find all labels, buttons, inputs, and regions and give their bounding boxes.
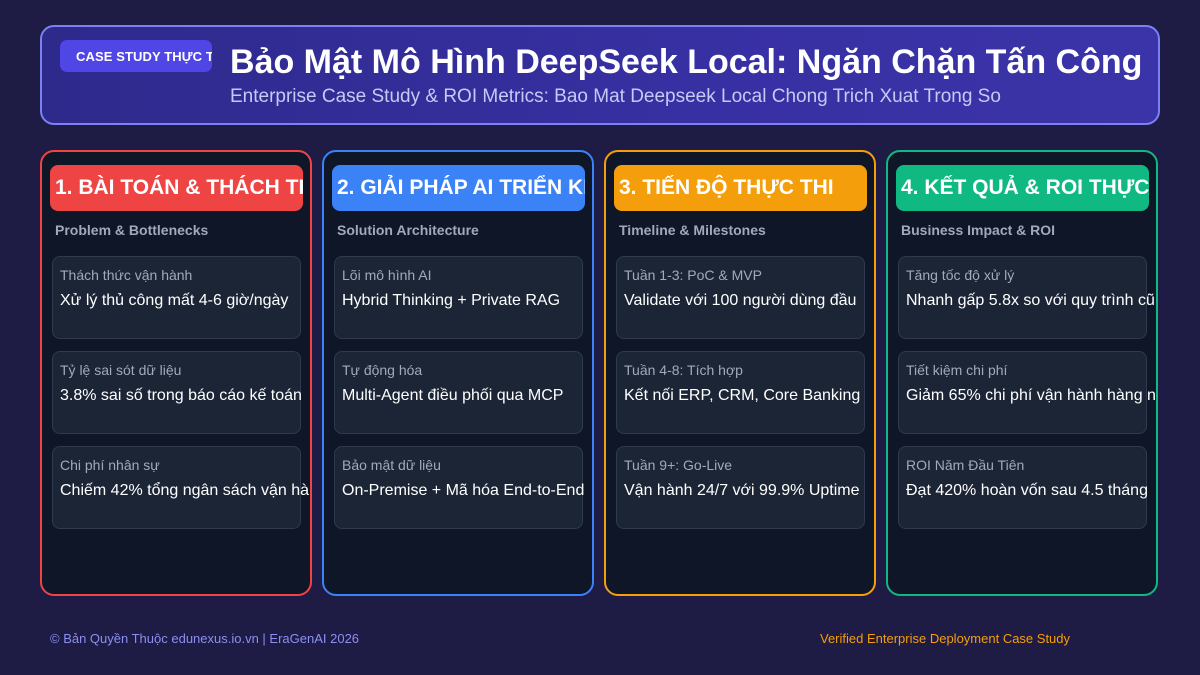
card-value: 3.8% sai số trong báo cáo kế toán <box>60 387 302 404</box>
info-card: Tỷ lệ sai sót dữ liệu 3.8% sai số trong … <box>52 351 302 434</box>
card-value: Multi-Agent điều phối qua MCP <box>342 387 564 404</box>
column-title: 3. TIẾN ĐỘ THỰC THI <box>614 165 867 211</box>
column-subtitle: Problem & Bottlenecks <box>55 222 209 238</box>
info-card: Bảo mật dữ liệu On-Premise + Mã hóa End-… <box>334 446 585 529</box>
card-label: ROI Năm Đầu Tiên <box>906 457 1025 473</box>
card-value: Chiếm 42% tổng ngân sách vận hành <box>60 482 312 499</box>
copyright-text: © Bản Quyền Thuộc edunexus.io.vn | EraGe… <box>50 631 360 646</box>
info-card: Tuần 4-8: Tích hợp Kết nối ERP, CRM, Cor… <box>616 351 865 434</box>
info-card: Tăng tốc độ xử lý Nhanh gấp 5.8x so với … <box>898 256 1155 339</box>
card-label: Tăng tốc độ xử lý <box>906 267 1015 283</box>
column-title: 1. BÀI TOÁN & THÁCH THỨC <box>50 165 303 211</box>
verified-text: Verified Enterprise Deployment Case Stud… <box>820 631 1071 646</box>
case-study-badge: CASE STUDY THỰC TẾ <box>60 40 212 72</box>
column-subtitle: Timeline & Milestones <box>619 222 766 238</box>
column-results: 4. KẾT QUẢ & ROI THỰC TẾ Business Impact… <box>886 150 1158 596</box>
card-value: Nhanh gấp 5.8x so với quy trình cũ <box>906 292 1155 309</box>
column-solution: 2. GIẢI PHÁP AI TRIỂN KHAI Solution Arch… <box>322 150 594 596</box>
card-value: On-Premise + Mã hóa End-to-End <box>342 482 585 499</box>
card-label: Tự động hóa <box>342 362 423 378</box>
info-card: ROI Năm Đầu Tiên Đạt 420% hoàn vốn sau 4… <box>898 446 1148 529</box>
info-card: Tuần 1-3: PoC & MVP Validate với 100 ngư… <box>616 256 865 339</box>
card-label: Chi phí nhân sự <box>60 457 160 473</box>
info-card: Tuần 9+: Go-Live Vận hành 24/7 với 99.9%… <box>616 446 865 529</box>
column-subtitle: Business Impact & ROI <box>901 222 1056 238</box>
card-label: Thách thức vận hành <box>60 267 193 283</box>
column-problem: 1. BÀI TOÁN & THÁCH THỨC Problem & Bottl… <box>40 150 312 596</box>
info-card: Tự động hóa Multi-Agent điều phối qua MC… <box>334 351 583 434</box>
card-value: Giảm 65% chi phí vận hành hàng năm <box>906 387 1158 404</box>
header-banner: CASE STUDY THỰC TẾ Bảo Mật Mô Hình DeepS… <box>40 25 1160 125</box>
info-card: Chi phí nhân sự Chiếm 42% tổng ngân sách… <box>52 446 310 529</box>
page-subtitle: Enterprise Case Study & ROI Metrics: Bao… <box>230 86 1001 107</box>
card-label: Tiết kiệm chi phí <box>906 362 1008 378</box>
info-card: Tiết kiệm chi phí Giảm 65% chi phí vận h… <box>898 351 1156 434</box>
page-title: Bảo Mật Mô Hình DeepSeek Local: Ngăn Chặ… <box>230 43 1143 81</box>
column-title: 4. KẾT QUẢ & ROI THỰC TẾ <box>896 165 1149 211</box>
column-timeline: 3. TIẾN ĐỘ THỰC THI Timeline & Milestone… <box>604 150 876 596</box>
card-label: Bảo mật dữ liệu <box>342 457 441 473</box>
card-value: Vận hành 24/7 với 99.9% Uptime <box>624 482 860 499</box>
column-subtitle: Solution Architecture <box>337 222 479 238</box>
info-card: Lõi mô hình AI Hybrid Thinking + Private… <box>334 256 583 339</box>
card-value: Hybrid Thinking + Private RAG <box>342 292 561 309</box>
column-title: 2. GIẢI PHÁP AI TRIỂN KHAI <box>332 165 585 211</box>
card-value: Đạt 420% hoàn vốn sau 4.5 tháng <box>906 482 1148 499</box>
card-label: Tuần 4-8: Tích hợp <box>624 362 743 378</box>
card-label: Tỷ lệ sai sót dữ liệu <box>60 362 182 378</box>
info-card: Thách thức vận hành Xử lý thủ công mất 4… <box>52 256 301 339</box>
card-label: Tuần 1-3: PoC & MVP <box>624 267 762 283</box>
card-value: Validate với 100 người dùng đầu <box>624 292 857 309</box>
card-value: Kết nối ERP, CRM, Core Banking <box>624 387 861 404</box>
card-label: Lõi mô hình AI <box>342 267 432 283</box>
card-value: Xử lý thủ công mất 4-6 giờ/ngày <box>60 292 289 309</box>
card-label: Tuần 9+: Go-Live <box>624 457 733 473</box>
